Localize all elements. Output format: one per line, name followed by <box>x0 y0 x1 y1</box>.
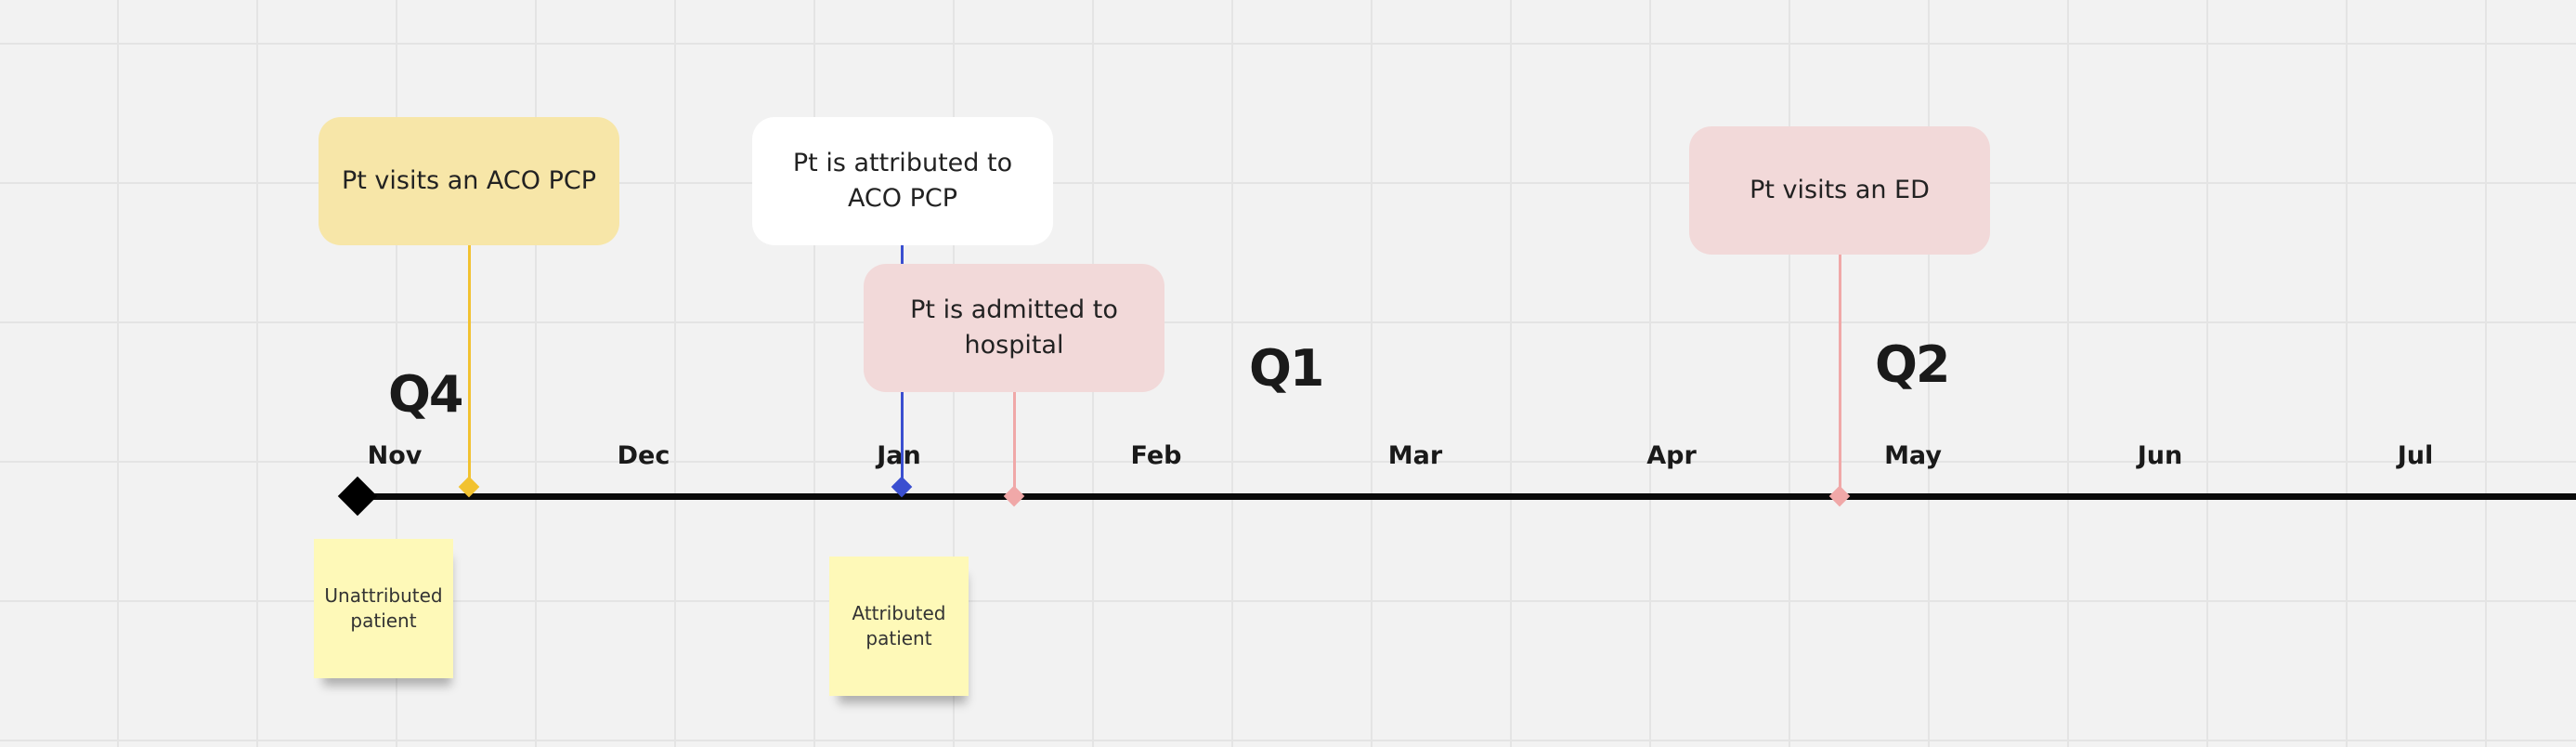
ed-visit-marker[interactable] <box>1828 485 1851 507</box>
aco-pcp-visit-connector <box>468 243 471 487</box>
month-label-mar[interactable]: Mar <box>1350 443 1480 468</box>
quarter-q1-label[interactable]: Q1 <box>1249 344 1324 394</box>
event-card-attributed[interactable]: Pt is attributed to ACO PCP <box>752 117 1053 245</box>
event-card-ed-visit[interactable]: Pt visits an ED <box>1689 126 1990 255</box>
timeline-start-diamond[interactable] <box>337 476 378 517</box>
admitted-connector <box>1013 390 1016 494</box>
timeline-board: Q4 Q1 Q2 Nov Dec Jan Feb Mar Apr May Jun… <box>0 0 2576 747</box>
month-label-jan[interactable]: Jan <box>834 443 964 468</box>
admitted-marker[interactable] <box>1003 485 1025 507</box>
quarter-q4-label[interactable]: Q4 <box>388 370 463 420</box>
timeline-axis[interactable] <box>357 493 2576 500</box>
month-label-nov[interactable]: Nov <box>330 443 460 468</box>
month-label-may[interactable]: May <box>1848 443 1978 468</box>
event-card-admitted[interactable]: Pt is admitted to hospital <box>864 264 1164 392</box>
sticky-note-unattributed[interactable]: Unattributed patient <box>314 539 453 678</box>
event-card-aco-pcp-visit[interactable]: Pt visits an ACO PCP <box>319 117 619 245</box>
month-label-jun[interactable]: Jun <box>2095 443 2225 468</box>
month-label-feb[interactable]: Feb <box>1091 443 1221 468</box>
month-label-jul[interactable]: Jul <box>2350 443 2480 468</box>
month-label-dec[interactable]: Dec <box>579 443 709 468</box>
ed-visit-connector <box>1839 253 1841 496</box>
month-label-apr[interactable]: Apr <box>1607 443 1737 468</box>
quarter-q2-label[interactable]: Q2 <box>1875 340 1950 390</box>
sticky-note-attributed[interactable]: Attributed patient <box>829 557 969 696</box>
